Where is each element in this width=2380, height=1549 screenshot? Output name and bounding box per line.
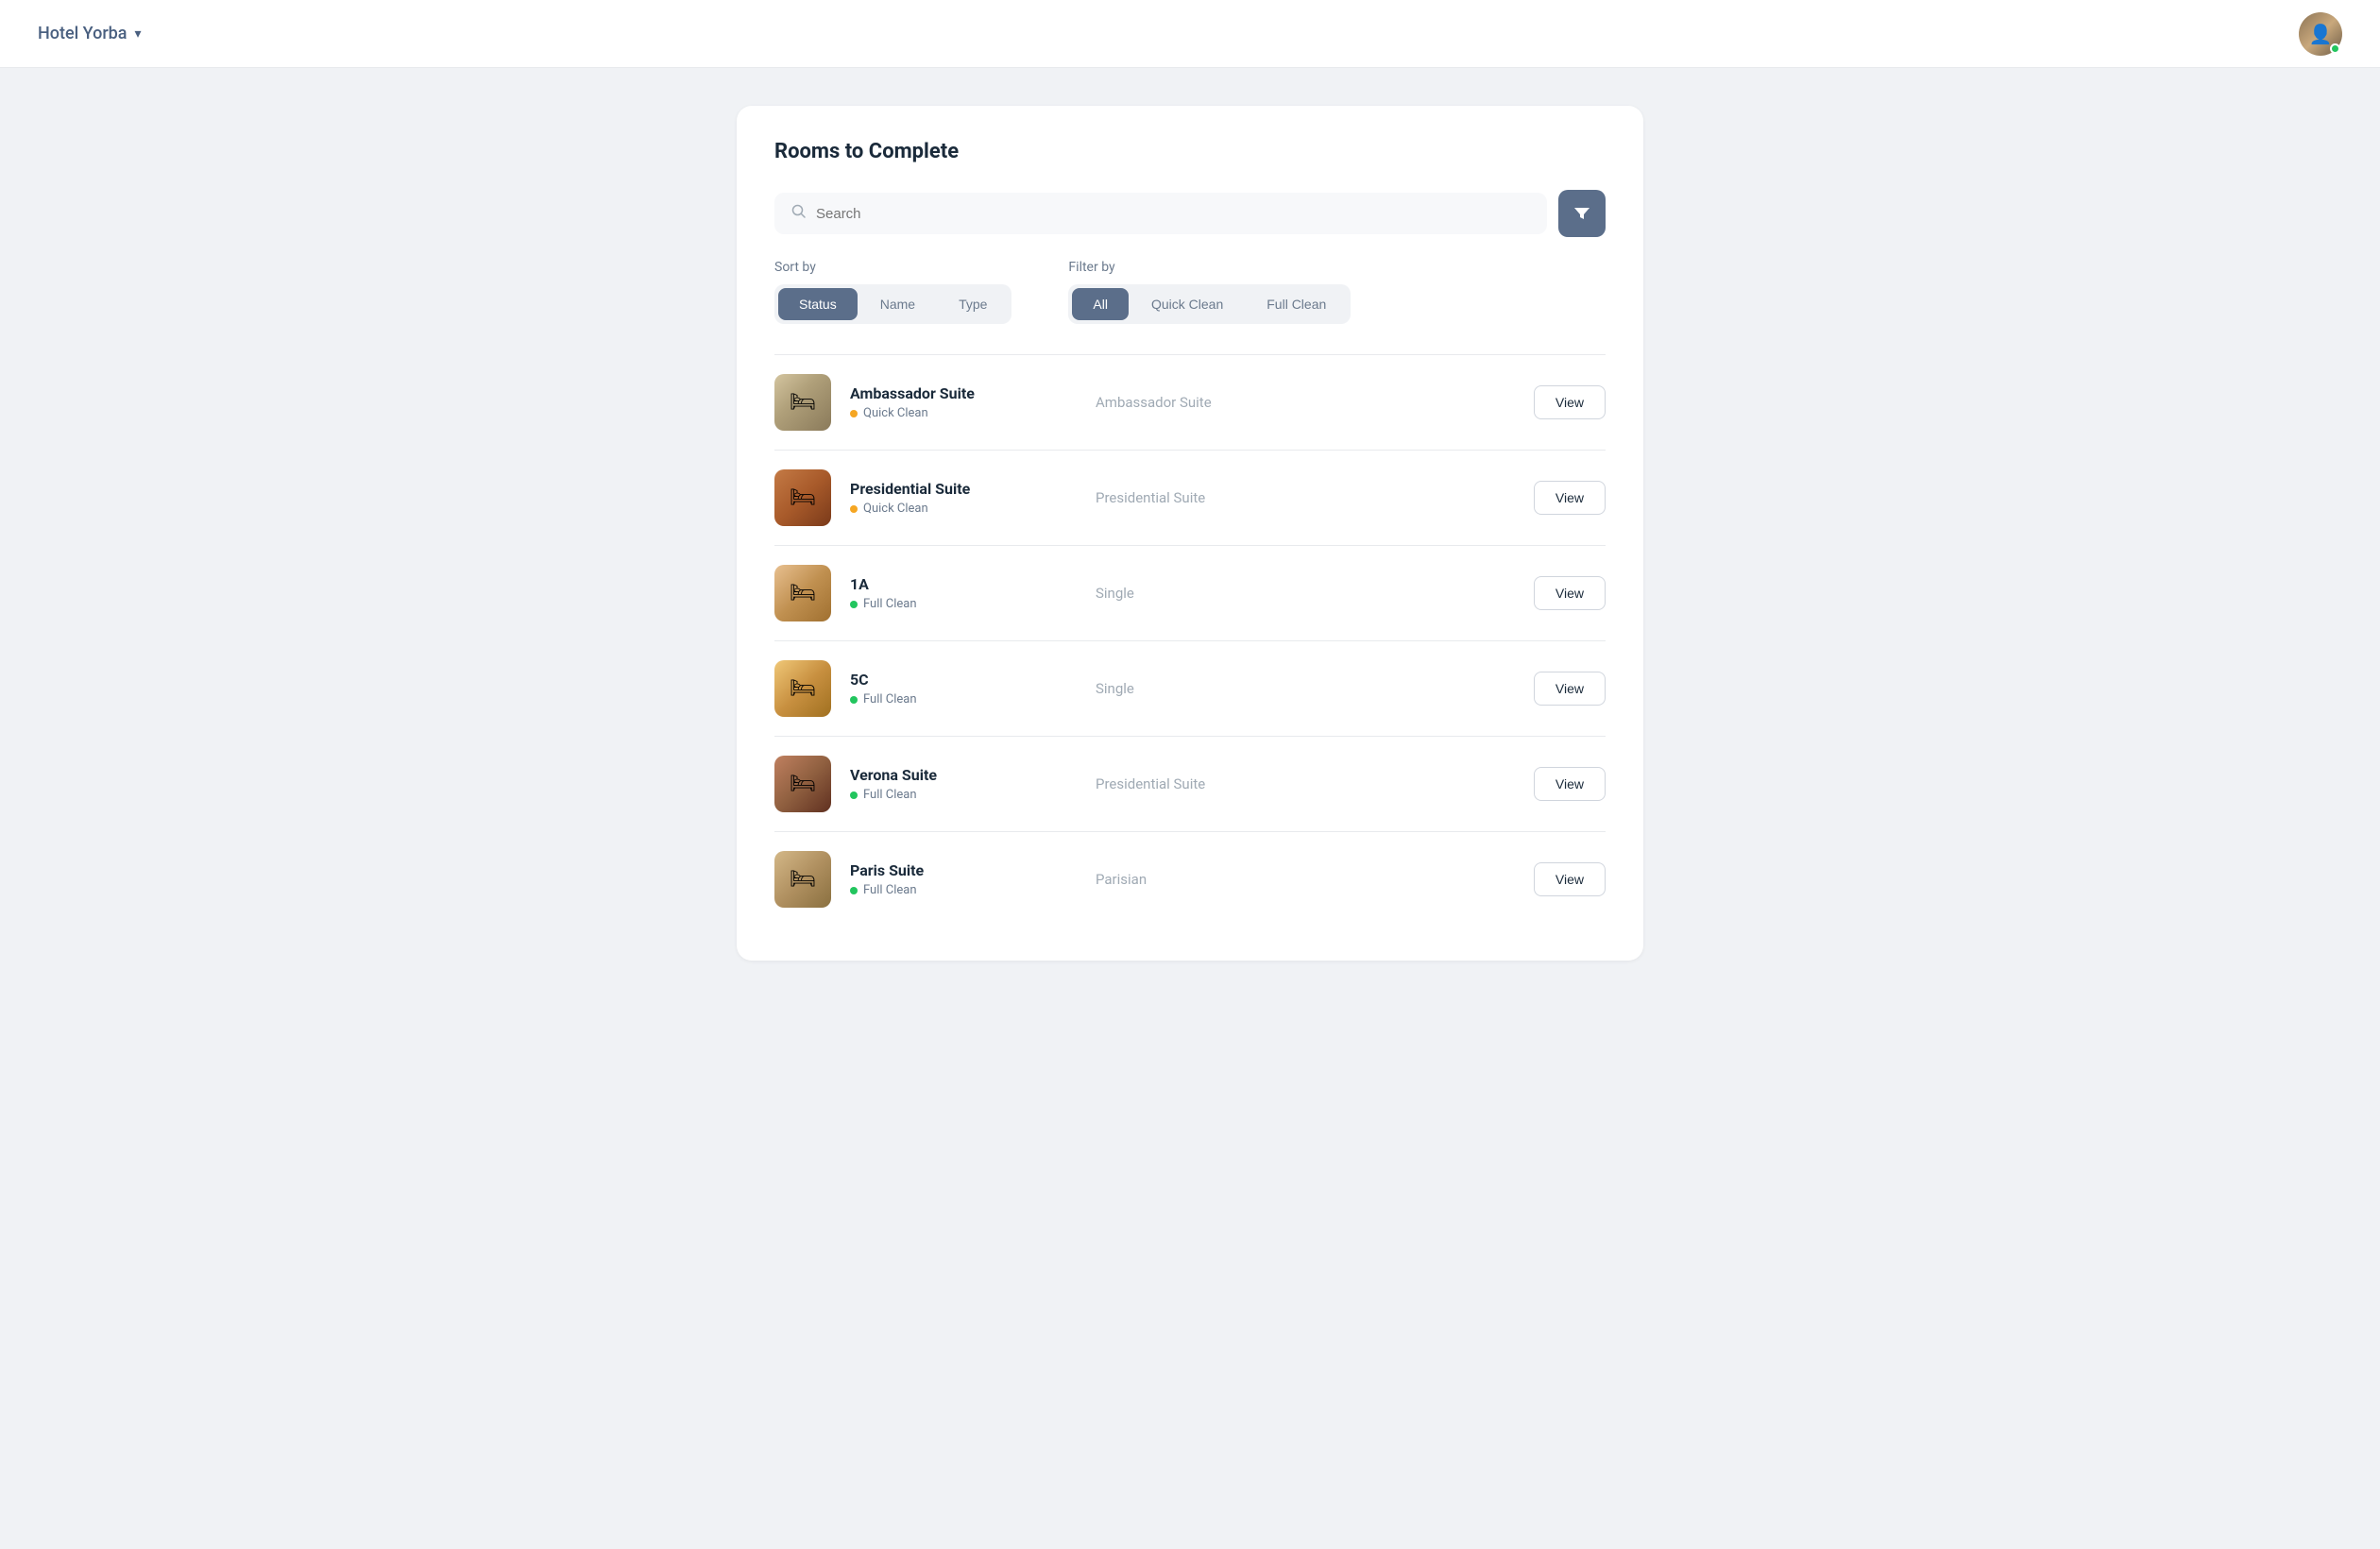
room-name: Ambassador Suite (850, 384, 1058, 402)
view-button[interactable]: View (1534, 481, 1606, 515)
status-text: Full Clean (863, 597, 917, 611)
filter-icon (1572, 204, 1591, 223)
room-thumbnail (774, 374, 831, 431)
search-row (774, 190, 1606, 237)
room-name: Presidential Suite (850, 480, 1058, 498)
chevron-down-icon: ▾ (135, 26, 142, 42)
room-status: Quick Clean (850, 406, 1058, 420)
room-thumbnail (774, 469, 831, 526)
room-info: Paris Suite Full Clean (850, 861, 1058, 897)
room-name: 1A (850, 575, 1058, 593)
filter-label: Filter by (1068, 260, 1351, 275)
status-text: Full Clean (863, 692, 917, 706)
view-button[interactable]: View (1534, 576, 1606, 610)
room-list: Ambassador Suite Quick Clean Ambassador … (774, 355, 1606, 927)
room-status: Full Clean (850, 883, 1058, 897)
filter-all-pill[interactable]: All (1072, 288, 1129, 320)
status-dot (850, 887, 858, 894)
hotel-selector[interactable]: Hotel Yorba ▾ (38, 24, 142, 43)
room-type: Ambassador Suite (1077, 394, 1515, 411)
search-icon (791, 204, 807, 223)
filter-quick-clean-pill[interactable]: Quick Clean (1130, 288, 1244, 320)
room-thumbnail (774, 851, 831, 908)
status-dot (850, 696, 858, 704)
status-dot (850, 601, 858, 608)
filter-full-clean-pill[interactable]: Full Clean (1246, 288, 1347, 320)
room-info: 5C Full Clean (850, 671, 1058, 706)
filter-button[interactable] (1558, 190, 1606, 237)
room-info: Presidential Suite Quick Clean (850, 480, 1058, 516)
sort-status-pill[interactable]: Status (778, 288, 858, 320)
user-avatar-wrap[interactable]: 👤 (2299, 12, 2342, 56)
sort-type-pill[interactable]: Type (938, 288, 1008, 320)
status-dot (850, 505, 858, 513)
sort-label: Sort by (774, 260, 1012, 275)
room-type: Presidential Suite (1077, 489, 1515, 506)
room-name: Verona Suite (850, 766, 1058, 784)
search-bar[interactable] (774, 193, 1547, 234)
status-dot (850, 410, 858, 417)
room-info: 1A Full Clean (850, 575, 1058, 611)
room-type: Presidential Suite (1077, 775, 1515, 792)
room-status: Full Clean (850, 788, 1058, 802)
room-row: Presidential Suite Quick Clean President… (774, 451, 1606, 546)
view-button[interactable]: View (1534, 862, 1606, 896)
hotel-name: Hotel Yorba (38, 24, 128, 43)
status-text: Full Clean (863, 788, 917, 802)
room-type: Single (1077, 585, 1515, 602)
room-name: 5C (850, 671, 1058, 689)
room-thumbnail (774, 565, 831, 621)
room-name: Paris Suite (850, 861, 1058, 879)
filter-group: Filter by All Quick Clean Full Clean (1068, 260, 1351, 324)
header: Hotel Yorba ▾ 👤 (0, 0, 2380, 68)
status-dot (850, 792, 858, 799)
room-status: Full Clean (850, 597, 1058, 611)
filter-pills: All Quick Clean Full Clean (1068, 284, 1351, 324)
room-thumbnail (774, 660, 831, 717)
sort-pills: Status Name Type (774, 284, 1012, 324)
room-row: Paris Suite Full Clean Parisian View (774, 832, 1606, 927)
room-row: 1A Full Clean Single View (774, 546, 1606, 641)
rooms-card: Rooms to Complete Sort by (737, 106, 1643, 961)
view-button[interactable]: View (1534, 767, 1606, 801)
sort-group: Sort by Status Name Type (774, 260, 1012, 324)
room-info: Ambassador Suite Quick Clean (850, 384, 1058, 420)
sort-name-pill[interactable]: Name (859, 288, 936, 320)
view-button[interactable]: View (1534, 385, 1606, 419)
room-row: Ambassador Suite Quick Clean Ambassador … (774, 355, 1606, 451)
room-status: Quick Clean (850, 502, 1058, 516)
status-text: Quick Clean (863, 406, 928, 420)
room-status: Full Clean (850, 692, 1058, 706)
controls-row: Sort by Status Name Type Filter by All Q… (774, 260, 1606, 324)
room-row: Verona Suite Full Clean Presidential Sui… (774, 737, 1606, 832)
status-text: Full Clean (863, 883, 917, 897)
search-input[interactable] (816, 206, 1530, 222)
room-type: Parisian (1077, 871, 1515, 888)
view-button[interactable]: View (1534, 672, 1606, 706)
room-row: 5C Full Clean Single View (774, 641, 1606, 737)
card-title: Rooms to Complete (774, 140, 1606, 163)
online-status-dot (2330, 43, 2340, 54)
room-type: Single (1077, 680, 1515, 697)
room-thumbnail (774, 756, 831, 812)
room-info: Verona Suite Full Clean (850, 766, 1058, 802)
status-text: Quick Clean (863, 502, 928, 516)
main-content: Rooms to Complete Sort by (0, 68, 2380, 998)
